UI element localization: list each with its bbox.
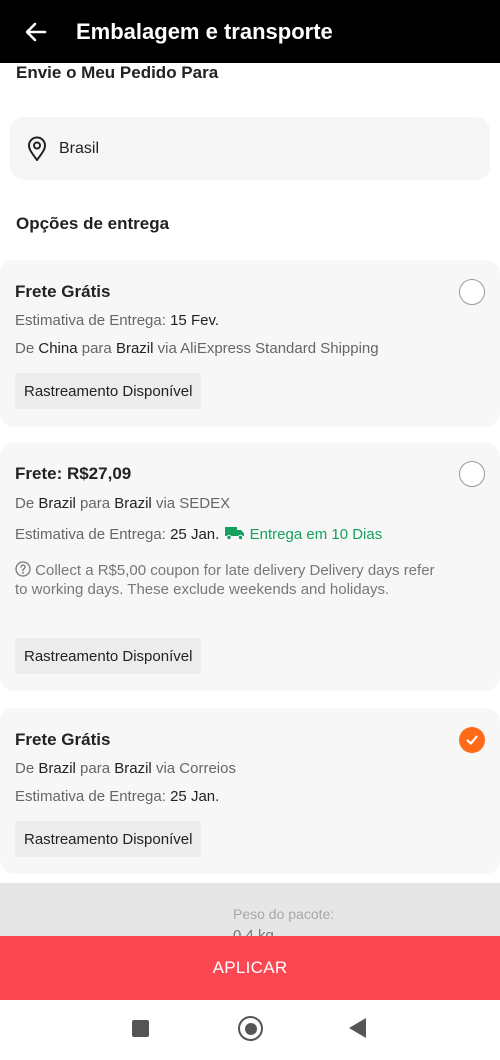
delivery-estimate: Estimativa de Entrega: 15 Fev. [15, 312, 220, 329]
nav-back-icon[interactable] [349, 1018, 366, 1038]
home-icon[interactable] [238, 1016, 263, 1041]
route-info: De China para Brazil via AliExpress Stan… [15, 340, 379, 357]
ship-to-label: Envie o Meu Pedido Para [16, 63, 219, 82]
package-weight-label: Peso do pacote: [233, 906, 335, 922]
top-app-bar: Embalagem e transporte [0, 0, 500, 63]
home-dot [244, 1022, 257, 1035]
delivery-note: Collect a R$5,00 coupon for late deliver… [15, 561, 435, 598]
tracking-badge: Rastreamento Disponível [15, 821, 202, 857]
system-nav-bar [0, 1000, 500, 1060]
shipping-option-3[interactable]: Frete Grátis De Brazil para Brazil via C… [0, 708, 500, 874]
fast-delivery-label: Entrega em 10 Dias [249, 526, 383, 543]
page-title: Embalagem e transporte [76, 18, 333, 44]
package-weight-area: Peso do pacote: 0.4 kg [0, 883, 500, 936]
arrow-left-icon [25, 22, 47, 41]
recent-apps-icon[interactable] [132, 1020, 149, 1037]
apply-button[interactable]: APLICAR [0, 936, 500, 1000]
delivery-estimate: Estimativa de Entrega: 25 Jan. [15, 788, 220, 805]
tracking-badge: Rastreamento Disponível [15, 638, 202, 674]
back-button[interactable] [14, 10, 58, 54]
option-radio-unselected[interactable] [459, 279, 485, 305]
option-title: Frete Grátis [15, 282, 111, 301]
question-circle-icon [15, 561, 31, 577]
delivery-estimate: Estimativa de Entrega: 25 Jan. Entrega e… [15, 526, 383, 543]
route-info: De Brazil para Brazil via Correios [15, 760, 236, 777]
shipping-option-2[interactable]: Frete: R$27,09 De Brazil para Brazil via… [0, 443, 500, 691]
truck-icon [225, 527, 245, 541]
package-weight-value: 0.4 kg [233, 927, 274, 936]
location-pin-icon [26, 136, 48, 162]
tracking-badge: Rastreamento Disponível [15, 373, 202, 409]
option-title: Frete: R$27,09 [15, 464, 132, 483]
route-info: De Brazil para Brazil via SEDEX [15, 495, 231, 512]
country-selector[interactable]: Brasil [10, 117, 490, 180]
option-title: Frete Grátis [15, 730, 111, 749]
check-icon [466, 735, 478, 745]
option-radio-unselected[interactable] [459, 461, 485, 487]
shipping-option-1[interactable]: Frete Grátis Estimativa de Entrega: 15 F… [0, 260, 500, 427]
delivery-options-title: Opções de entrega [16, 214, 170, 233]
option-radio-selected[interactable] [459, 727, 485, 753]
country-value: Brasil [59, 139, 100, 157]
